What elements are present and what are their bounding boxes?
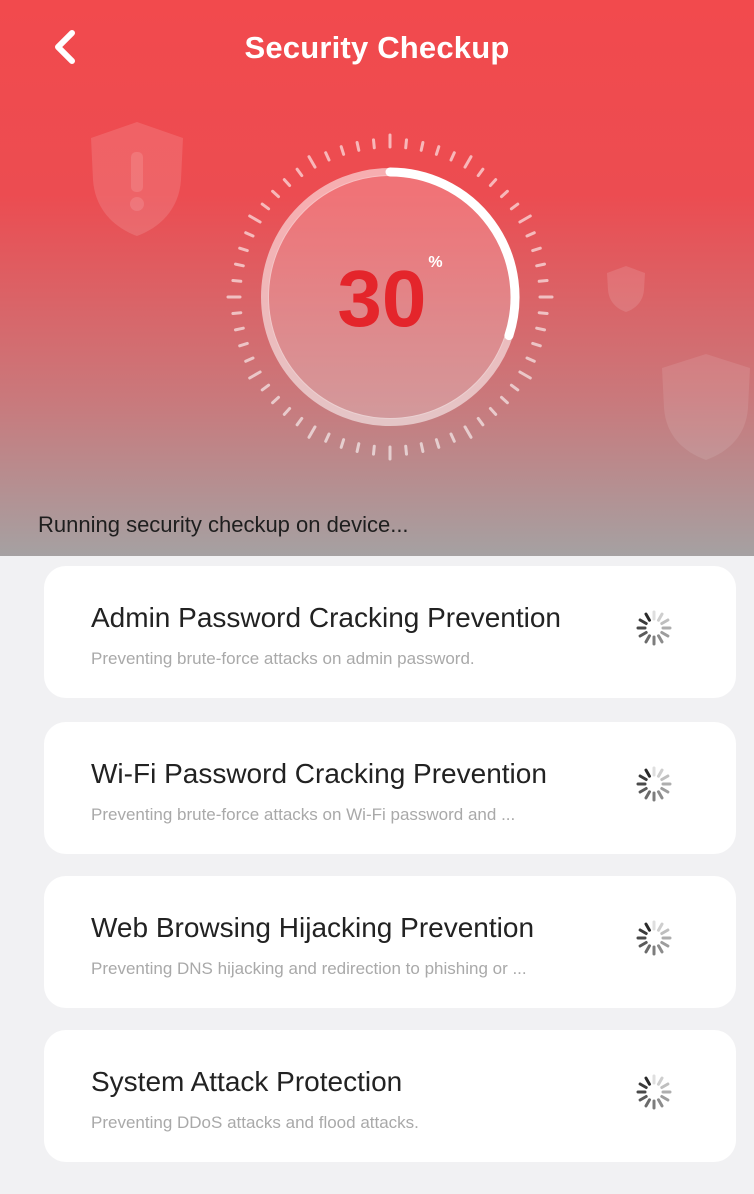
shield-alert-icon (607, 266, 645, 312)
page-title: Security Checkup (244, 30, 510, 65)
shield-alert-icon (662, 354, 750, 460)
header-hero: Security Checkup 30 % Running security c… (0, 0, 754, 556)
loading-spinner-icon (634, 608, 674, 648)
checkup-item-title: System Attack Protection (91, 1066, 403, 1097)
loading-spinner-icon (634, 1072, 674, 1112)
loading-spinner-icon (634, 918, 674, 958)
loading-spinner-icon (634, 764, 674, 804)
checkup-item[interactable]: Admin Password Cracking Prevention Preven… (44, 566, 736, 698)
checkup-item-description: Preventing brute-force attacks on admin … (91, 649, 475, 668)
percent-sign: % (428, 254, 443, 271)
checkup-item[interactable]: Wi-Fi Password Cracking Prevention Preven… (44, 722, 736, 854)
checkup-item-description: Preventing brute-force attacks on Wi-Fi … (91, 805, 516, 824)
checkup-item-title: Wi-Fi Password Cracking Prevention (91, 758, 547, 789)
checkup-item-title: Web Browsing Hijacking Prevention (91, 912, 535, 943)
percent-value: 30 (337, 254, 427, 343)
checkup-item-description: Preventing DDoS attacks and flood attack… (91, 1113, 419, 1132)
shield-alert-icon (91, 122, 183, 236)
progress-gauge: 30 % (225, 132, 555, 462)
status-message: Running security checkup on device... (38, 512, 409, 537)
checkup-item[interactable]: Web Browsing Hijacking Prevention Prevent… (44, 876, 736, 1008)
checkup-item-description: Preventing DNS hijacking and redirection… (91, 959, 527, 978)
percent-display: 30 % (225, 132, 555, 462)
checkup-item[interactable]: System Attack Protection Preventing DDoS … (44, 1030, 736, 1162)
checkup-item-title: Admin Password Cracking Prevention (91, 602, 561, 633)
